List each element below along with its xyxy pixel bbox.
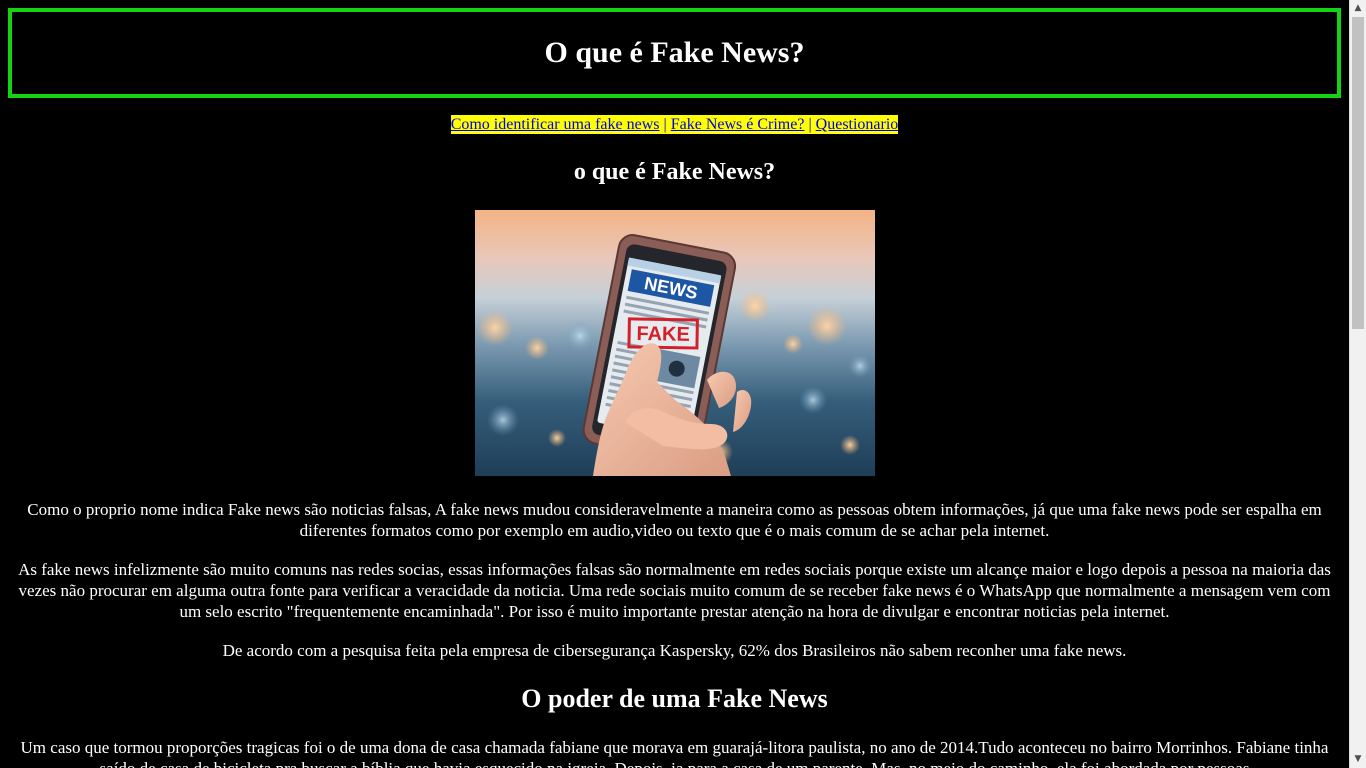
nav-link-questionario[interactable]: Questionario xyxy=(816,116,899,133)
main-navigation: Como identificar uma fake news | Fake Ne… xyxy=(0,115,1349,134)
nav-separator: | xyxy=(804,116,816,133)
nav-link-fake-news-crime[interactable]: Fake News é Crime? xyxy=(671,116,805,133)
section-heading-power: O poder de uma Fake News xyxy=(521,684,828,713)
paragraph-kaspersky-survey: De acordo com a pesquisa feita pela empr… xyxy=(222,641,1127,660)
nav-separator: | xyxy=(659,116,671,133)
paragraph-case-fabiane: Um caso que tormou proporções tragicas f… xyxy=(20,738,1329,768)
paragraph-social-networks: As fake news infelizmente são muito comu… xyxy=(18,560,1331,621)
nav-link-bar: Como identificar uma fake news | Fake Ne… xyxy=(450,115,899,134)
nav-link-como-identificar[interactable]: Como identificar uma fake news xyxy=(451,116,660,133)
paragraph-definition: Como o proprio nome indica Fake news são… xyxy=(27,500,1322,540)
scrollbar-thumb[interactable] xyxy=(1352,17,1364,329)
scroll-up-arrow-icon[interactable]: ▲ xyxy=(1350,0,1366,17)
scroll-down-arrow-icon[interactable]: ▼ xyxy=(1350,751,1366,768)
section-heading-what-is: o que é Fake News? xyxy=(573,159,776,185)
page-title: O que é Fake News? xyxy=(544,36,805,69)
page-header: O que é Fake News? xyxy=(8,8,1341,98)
fake-stamp: FAKE xyxy=(627,317,699,350)
page: O que é Fake News? Como identificar uma … xyxy=(0,0,1349,768)
fake-stamp-label: FAKE xyxy=(636,323,690,346)
vertical-scrollbar[interactable]: ▲ ▼ xyxy=(1349,0,1366,768)
fake-news-phone-image: NEWS FAKE xyxy=(475,210,875,476)
